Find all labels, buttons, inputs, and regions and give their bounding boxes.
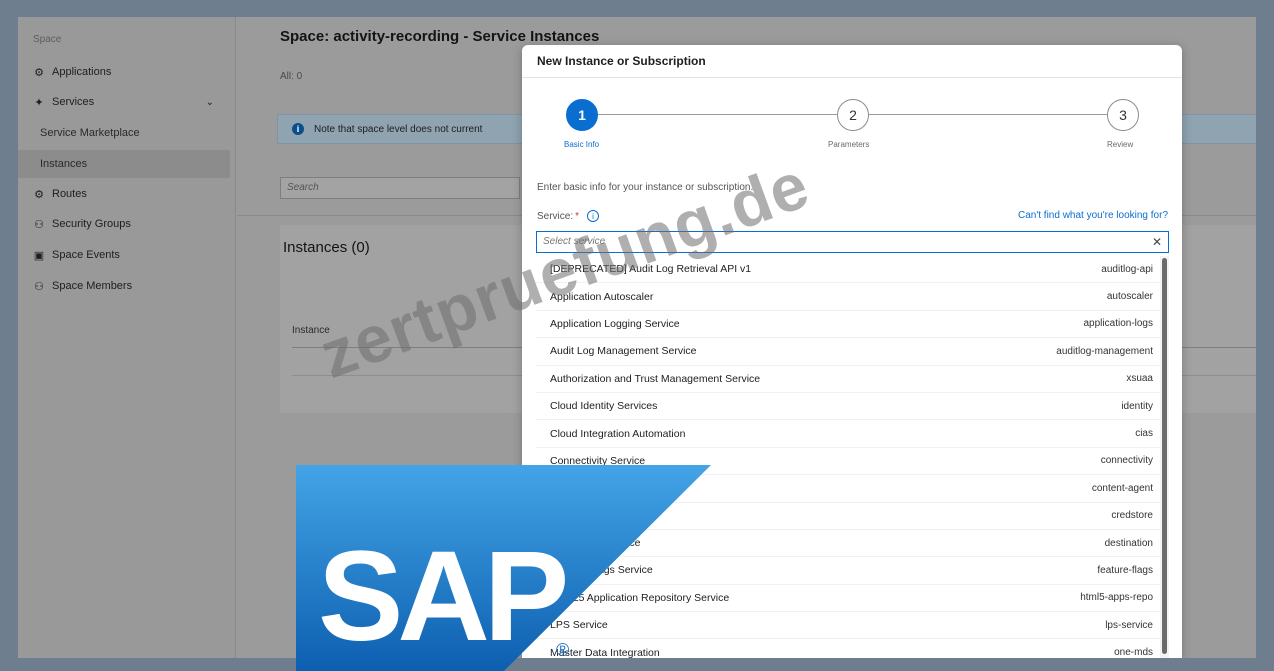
wizard-step-1-label: Basic Info — [564, 140, 600, 149]
required-marker: * — [575, 210, 580, 222]
service-option-name: Authorization and Trust Management Servi… — [550, 372, 761, 385]
wizard-step-2[interactable]: 2 — [837, 99, 869, 131]
service-option-technical-name: auditlog-api — [1101, 263, 1153, 275]
service-option-name: Cloud Identity Services — [550, 400, 658, 413]
service-option-technical-name: identity — [1121, 400, 1153, 412]
service-option[interactable]: Authorization and Trust Management Servi… — [536, 366, 1169, 393]
wizard-step-3-label: Review — [1107, 140, 1134, 149]
sidebar-item-label: Space Members — [52, 280, 133, 292]
service-option-technical-name: lps-service — [1105, 619, 1153, 631]
sidebar-item-applications[interactable]: ⚙ Applications — [18, 58, 230, 86]
sidebar-item-security-groups[interactable]: ⚇ Security Groups — [18, 210, 230, 238]
search-input[interactable]: Search — [280, 177, 520, 199]
sidebar-item-space-events[interactable]: ▣ Space Events — [18, 241, 230, 269]
service-option-technical-name: destination — [1104, 537, 1153, 549]
service-option-technical-name: connectivity — [1100, 455, 1153, 467]
applications-icon: ⚙ — [34, 66, 44, 79]
instance-count: All: 0 — [280, 71, 303, 82]
service-option-name: Audit Log Management Service — [550, 345, 697, 358]
page-title: Space: activity-recording - Service Inst… — [280, 28, 600, 45]
wizard-step-3[interactable]: 3 — [1107, 99, 1139, 131]
service-option-name: Cloud Integration Automation — [550, 427, 686, 440]
space-members-icon: ⚇ — [34, 280, 44, 293]
dialog-header-divider — [522, 77, 1182, 78]
service-option-technical-name: cias — [1135, 428, 1153, 440]
sidebar-item-label: Services — [52, 96, 95, 108]
service-option-technical-name: credstore — [1111, 510, 1153, 522]
service-option[interactable]: Application Logging Service application-l… — [536, 311, 1169, 339]
service-option[interactable]: Application Autoscaler autoscaler — [536, 283, 1169, 311]
sidebar-item-label: Instances — [40, 158, 88, 170]
security-groups-icon: ⚇ — [34, 218, 44, 231]
scrollbar-thumb[interactable] — [1162, 258, 1167, 654]
clear-icon[interactable]: ✕ — [1152, 235, 1162, 249]
info-message-text: Note that space level does not current — [314, 123, 483, 135]
service-option-technical-name: html5-apps-repo — [1080, 592, 1153, 604]
sidebar-item-label: Applications — [52, 66, 112, 78]
wizard-step-1[interactable]: 1 — [566, 99, 598, 131]
service-option-technical-name: xsuaa — [1126, 373, 1153, 385]
space-events-icon: ▣ — [33, 249, 45, 262]
sidebar-item-space-members[interactable]: ⚇ Space Members — [18, 272, 230, 300]
service-option-technical-name: feature-flags — [1097, 564, 1153, 576]
svg-text:SAP: SAP — [318, 525, 565, 668]
routes-icon: ⚙ — [34, 188, 44, 201]
sidebar-item-instances[interactable]: Instances — [18, 150, 230, 178]
service-option-technical-name: auditlog-management — [1056, 345, 1153, 357]
instances-title: Instances (0) — [283, 239, 370, 256]
service-label-text: Service: — [537, 210, 574, 222]
service-option-technical-name: one-mds — [1114, 647, 1153, 658]
sidebar-item-label: Security Groups — [52, 218, 131, 230]
service-option[interactable]: Audit Log Management Service auditlog-man… — [536, 338, 1169, 366]
registered-mark: ® — [556, 640, 570, 660]
service-option[interactable]: Cloud Integration Automation cias — [536, 420, 1169, 448]
service-option[interactable]: Cloud Identity Services identity — [536, 393, 1169, 421]
sidebar-item-label: Service Marketplace — [40, 127, 140, 139]
dialog-title: New Instance or Subscription — [537, 54, 706, 68]
service-option-name: Application Logging Service — [550, 317, 680, 330]
sidebar-item-service-marketplace[interactable]: Service Marketplace — [18, 119, 230, 147]
chevron-down-icon: ⌄ — [205, 96, 214, 108]
sidebar-item-label: Routes — [52, 188, 87, 200]
service-option-technical-name: content-agent — [1091, 482, 1153, 494]
wizard-step-2-label: Parameters — [828, 140, 870, 149]
sidebar-item-routes[interactable]: ⚙ Routes — [18, 180, 230, 208]
cant-find-link[interactable]: Can't find what you're looking for? — [1018, 210, 1168, 221]
services-icon: ✦ — [34, 96, 44, 109]
sidebar-item-label: Space Events — [52, 249, 120, 261]
sidebar: Space ⚙ Applications ✦ Services ⌄ Servic… — [18, 17, 236, 658]
info-icon: i — [292, 123, 304, 135]
sap-logo: SAP — [296, 465, 711, 671]
service-option-technical-name: application-logs — [1083, 318, 1154, 330]
sidebar-item-services[interactable]: ✦ Services ⌄ — [18, 88, 230, 116]
sidebar-section-label: Space — [33, 34, 62, 45]
service-option-technical-name: autoscaler — [1106, 291, 1153, 303]
